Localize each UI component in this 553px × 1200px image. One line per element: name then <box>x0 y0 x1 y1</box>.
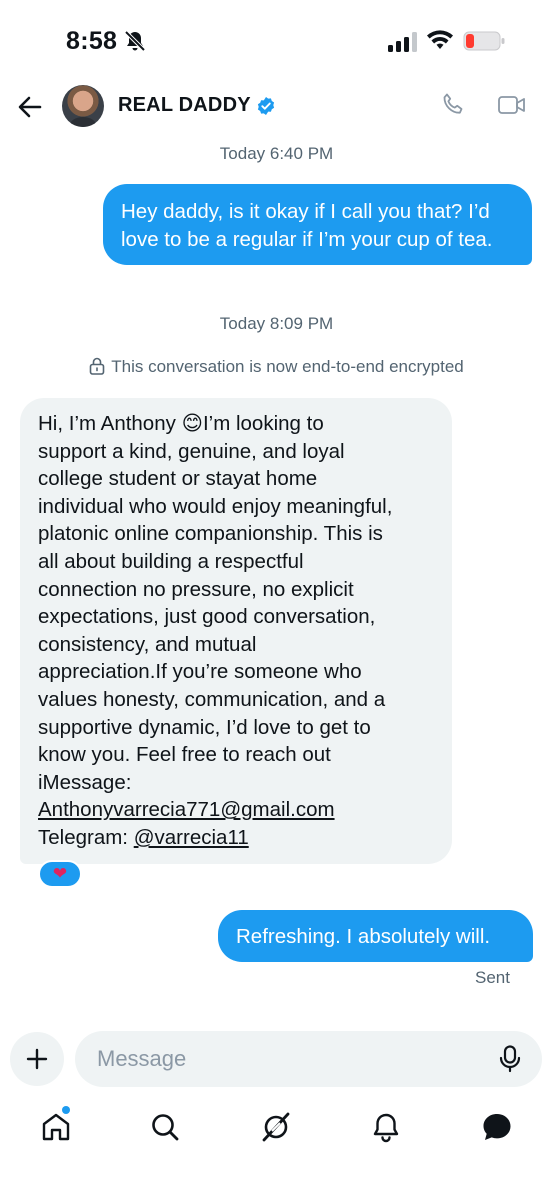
telegram-label: Telegram: <box>38 825 129 849</box>
message-line: platonic online companionship. This is <box>38 522 383 546</box>
contact-name[interactable]: REAL DADDY <box>118 94 251 117</box>
message-line: all about building a respectful <box>38 549 304 573</box>
message-line: iMessage: <box>38 770 132 794</box>
message-line: know you. Feel free to reach out <box>38 743 331 767</box>
microphone-icon[interactable] <box>499 1045 521 1073</box>
search-icon <box>152 1114 179 1141</box>
message-line: values honesty, communication, and a <box>38 687 386 711</box>
battery-low-icon <box>463 31 505 51</box>
outgoing-message[interactable]: Refreshing. I absolutely will. <box>218 910 533 962</box>
plus-icon <box>26 1048 48 1070</box>
wifi-icon <box>427 30 453 49</box>
message-input[interactable] <box>97 1041 477 1077</box>
encryption-notice-text: This conversation is now end-to-end encr… <box>111 357 464 376</box>
message-line: individual who would enjoy meaningful, <box>38 494 393 518</box>
status-bar: 8:58 <box>0 0 553 80</box>
message-line: support a kind, genuine, and loyal <box>38 439 345 463</box>
grok-icon <box>262 1112 290 1142</box>
message-line: expectations, just good conversation, <box>38 605 376 629</box>
bell-slash-icon <box>124 30 146 52</box>
status-time: 8:58 <box>66 27 118 55</box>
cellular-signal-icon <box>388 32 417 52</box>
encryption-notice: This conversation is now end-to-end encr… <box>0 357 553 377</box>
timestamp: Today 6:40 PM <box>219 144 334 163</box>
timestamp: Today 8:09 PM <box>219 314 334 333</box>
message-line: college student or stayat home <box>38 467 318 491</box>
smiling-face-emoji: 😊 <box>181 411 203 435</box>
bottom-tab-bar <box>0 1100 553 1200</box>
message-line: Hi, I’m Anthony 😊I’m looking to <box>38 411 324 435</box>
tab-notifications[interactable] <box>369 1110 403 1144</box>
phone-call-icon[interactable] <box>440 92 466 118</box>
tab-home[interactable] <box>39 1110 73 1144</box>
incoming-message[interactable]: Hi, I’m Anthony 😊I’m looking to support … <box>20 398 452 864</box>
back-arrow-icon[interactable] <box>16 93 44 121</box>
video-call-icon[interactable] <box>497 93 527 117</box>
tab-grok[interactable] <box>259 1110 293 1144</box>
outgoing-message[interactable]: Hey daddy, is it okay if I call you that… <box>103 184 532 266</box>
delivery-status: Sent <box>475 968 510 987</box>
email-link[interactable]: Anthonyvarrecia771@gmail.com <box>38 796 436 824</box>
message-line: appreciation.If you’re someone who <box>38 660 362 684</box>
tab-messages[interactable] <box>480 1110 514 1144</box>
messages-icon <box>483 1114 511 1140</box>
lock-icon <box>89 357 105 375</box>
bell-icon <box>373 1113 399 1143</box>
telegram-handle-link[interactable]: @varrecia11 <box>134 826 249 849</box>
notification-dot <box>62 1106 70 1114</box>
contact-avatar[interactable] <box>62 85 104 127</box>
message-line: consistency, and mutual <box>38 632 257 656</box>
message-line: connection no pressure, no explicit <box>38 577 354 601</box>
tab-search[interactable] <box>148 1110 182 1144</box>
message-line: Telegram: @varrecia11 <box>38 824 436 852</box>
add-attachment-button[interactable] <box>10 1032 64 1086</box>
conversation-header: REAL DADDY <box>0 80 553 136</box>
verified-badge-icon <box>257 97 275 115</box>
heart-reaction[interactable]: ❤ <box>38 860 82 888</box>
heart-icon: ❤ <box>52 863 68 884</box>
message-composer <box>75 1031 542 1087</box>
message-line: supportive dynamic, I’d love to get to <box>38 715 371 739</box>
home-icon <box>42 1113 70 1141</box>
